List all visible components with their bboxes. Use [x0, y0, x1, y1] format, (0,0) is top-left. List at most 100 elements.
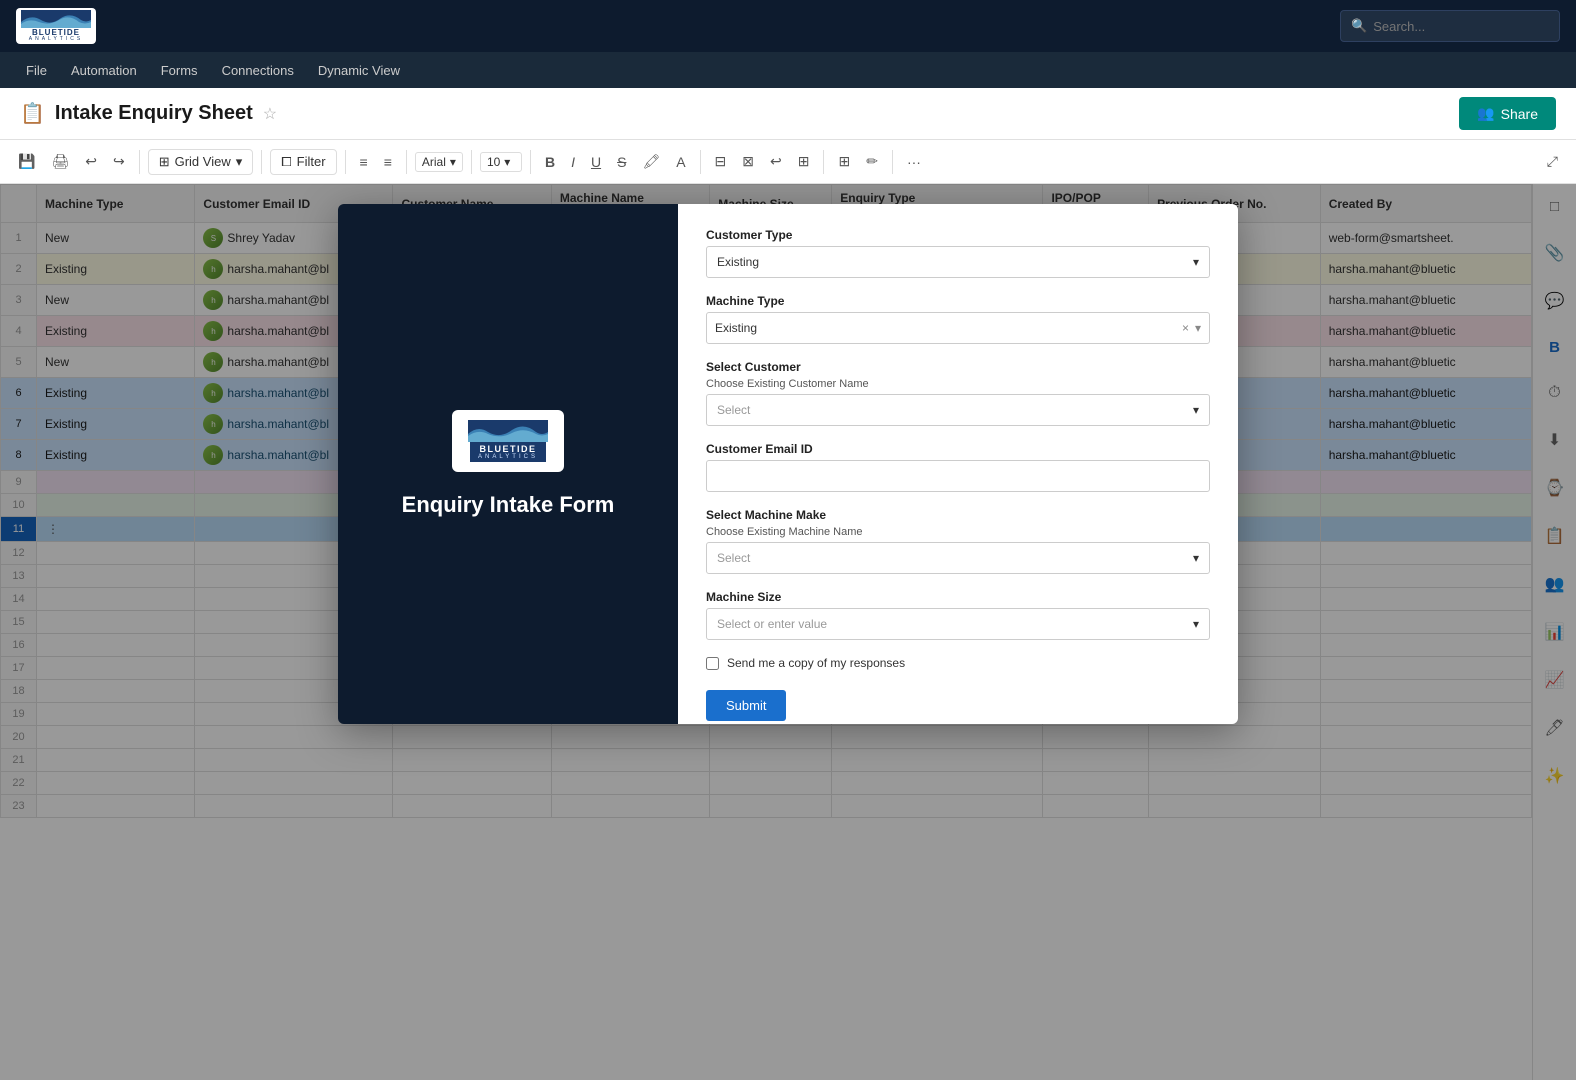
search-input[interactable]: [1373, 19, 1549, 34]
font-selector[interactable]: Arial ▾: [415, 152, 463, 172]
grid-icon: ⊞: [159, 154, 170, 170]
menu-connections[interactable]: Connections: [212, 59, 304, 82]
customer-email-label: Customer Email ID: [706, 442, 1210, 456]
search-bar[interactable]: 🔍: [1340, 10, 1560, 42]
strikethrough-button[interactable]: S: [611, 150, 632, 174]
print-icon[interactable]: 🖨: [45, 149, 75, 174]
filter-label: Filter: [297, 154, 326, 169]
copy-checkbox[interactable]: [706, 657, 719, 670]
customer-email-group: Customer Email ID: [706, 442, 1210, 492]
select-customer-placeholder: Select: [717, 403, 750, 417]
machine-make-placeholder: Select: [717, 551, 750, 565]
chevron-down-icon: ▾: [236, 154, 243, 170]
share-label: Share: [1501, 106, 1538, 122]
font-name: Arial: [422, 155, 446, 169]
toolbar-sep-2: [261, 150, 262, 174]
customer-type-group: Customer Type Existing ▾: [706, 228, 1210, 278]
customer-type-select[interactable]: Existing ▾: [706, 246, 1210, 278]
merge-button[interactable]: ⊞: [792, 149, 816, 174]
more-options-button[interactable]: ···: [901, 150, 927, 174]
form-title: Enquiry Intake Form: [402, 492, 615, 518]
menu-dynamic-view[interactable]: Dynamic View: [308, 59, 410, 82]
logo-tagline: ANALYTICS: [29, 36, 83, 42]
toolbar-sep-3: [345, 150, 346, 174]
bold-button[interactable]: B: [539, 150, 561, 174]
copy-checkbox-row: Send me a copy of my responses: [706, 656, 1210, 670]
select-customer-arrow-icon: ▾: [1193, 403, 1199, 417]
toolbar-sep-7: [700, 150, 701, 174]
machine-size-arrow-icon: ▾: [1193, 617, 1199, 631]
copy-checkbox-label: Send me a copy of my responses: [727, 656, 905, 670]
size-chevron-icon: ▾: [504, 155, 510, 169]
machine-type-select[interactable]: Existing × ▾: [706, 312, 1210, 344]
align-left-icon[interactable]: ≡: [354, 150, 374, 174]
underline-button[interactable]: U: [585, 150, 607, 174]
menu-automation[interactable]: Automation: [61, 59, 147, 82]
edit-button[interactable]: ✏: [860, 149, 884, 174]
customer-type-value: Existing: [717, 255, 759, 269]
machine-make-dropdown[interactable]: Select ▾: [706, 542, 1210, 574]
logo-area: BLUETIDE ANALYTICS: [16, 8, 96, 44]
select-customer-sublabel: Choose Existing Customer Name: [706, 378, 1210, 390]
sheet-title: Intake Enquiry Sheet: [55, 102, 253, 125]
machine-size-select[interactable]: Select or enter value ▾: [706, 608, 1210, 640]
select-customer-group: Select Customer Choose Existing Customer…: [706, 360, 1210, 426]
sheet-icon: 📋: [20, 101, 45, 126]
title-bar: 📋 Intake Enquiry Sheet ☆ 👥 Share: [0, 88, 1576, 140]
form-logo-box: BLUETIDE ANALYTICS: [452, 410, 564, 472]
select-customer-dropdown[interactable]: Select ▾: [706, 394, 1210, 426]
menu-file[interactable]: File: [16, 59, 57, 82]
form-logo-wave: [468, 420, 548, 442]
save-icon[interactable]: 💾: [12, 149, 41, 174]
menu-bar: File Automation Forms Connections Dynami…: [0, 52, 1576, 88]
form-logo-text: BLUETIDE: [480, 444, 537, 454]
modal-backdrop[interactable]: BLUETIDE ANALYTICS Enquiry Intake Form C…: [0, 184, 1576, 1080]
search-icon: 🔍: [1351, 18, 1367, 34]
machine-size-placeholder: Select or enter value: [717, 617, 827, 631]
machine-type-arrow-icon: ▾: [1195, 321, 1201, 335]
logo-wave-icon: [21, 10, 91, 28]
redo-icon[interactable]: ↪: [107, 149, 131, 174]
view-label: Grid View: [175, 154, 231, 169]
align-right-icon[interactable]: ≡: [378, 150, 398, 174]
customer-email-input[interactable]: [706, 460, 1210, 492]
main-area: Machine Type Customer Email ID Customer …: [0, 184, 1576, 1080]
italic-button[interactable]: I: [565, 150, 581, 174]
h-align-button[interactable]: ⊟: [709, 149, 733, 174]
submit-button[interactable]: Submit: [706, 690, 786, 721]
select-customer-label: Select Customer: [706, 360, 1210, 374]
filter-icon: ⧠: [281, 154, 291, 170]
undo-icon[interactable]: ↩: [79, 149, 103, 174]
table-button[interactable]: ⊞: [832, 149, 856, 174]
favorite-icon[interactable]: ☆: [263, 104, 277, 124]
share-button[interactable]: 👥 Share: [1459, 97, 1556, 130]
machine-make-arrow-icon: ▾: [1193, 551, 1199, 565]
toolbar-sep-9: [892, 150, 893, 174]
machine-type-label: Machine Type: [706, 294, 1210, 308]
machine-make-group: Select Machine Make Choose Existing Mach…: [706, 508, 1210, 574]
toolbar-sep-5: [471, 150, 472, 174]
font-size-selector[interactable]: 10 ▾: [480, 152, 522, 172]
font-chevron-icon: ▾: [450, 155, 456, 169]
grid-view-button[interactable]: ⊞ Grid View ▾: [148, 149, 254, 175]
share-icon: 👥: [1477, 105, 1494, 122]
wrap-button[interactable]: ↩: [764, 149, 788, 174]
machine-type-group: Machine Type Existing × ▾: [706, 294, 1210, 344]
highlight-color-button[interactable]: 🖍: [636, 149, 666, 174]
toolbar: 💾 🖨 ↩ ↪ ⊞ Grid View ▾ ⧠ Filter ≡ ≡ Arial…: [0, 140, 1576, 184]
filter-button[interactable]: ⧠ Filter: [270, 149, 336, 175]
form-modal-right[interactable]: Customer Type Existing ▾ Machine Type Ex…: [678, 204, 1238, 724]
machine-size-group: Machine Size Select or enter value ▾: [706, 590, 1210, 640]
menu-forms[interactable]: Forms: [151, 59, 208, 82]
machine-make-sublabel: Choose Existing Machine Name: [706, 526, 1210, 538]
machine-size-label: Machine Size: [706, 590, 1210, 604]
expand-icon[interactable]: ⤢: [1541, 149, 1564, 174]
machine-type-value: Existing: [715, 321, 757, 335]
text-color-button[interactable]: A: [670, 150, 691, 174]
v-align-button[interactable]: ⊠: [736, 149, 760, 174]
logo: BLUETIDE ANALYTICS: [16, 8, 96, 44]
machine-type-clear-icon[interactable]: ×: [1182, 321, 1189, 335]
machine-make-label: Select Machine Make: [706, 508, 1210, 522]
form-modal: BLUETIDE ANALYTICS Enquiry Intake Form C…: [338, 204, 1238, 724]
top-navigation: BLUETIDE ANALYTICS 🔍: [0, 0, 1576, 52]
